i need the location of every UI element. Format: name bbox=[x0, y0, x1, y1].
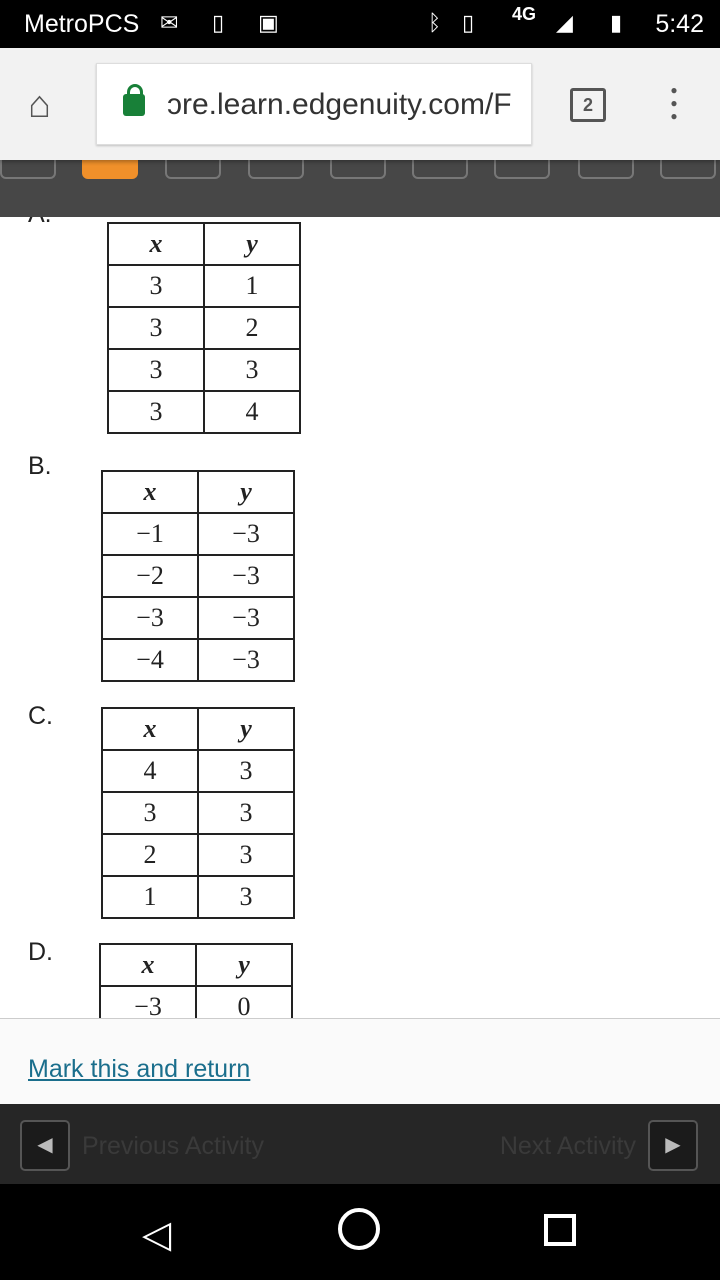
table-cell: 3 bbox=[197, 833, 295, 877]
bluetooth-icon: ᛒ bbox=[428, 10, 442, 35]
table-cell: 3 bbox=[107, 306, 205, 350]
table-cell: 3 bbox=[107, 390, 205, 434]
table-row: 33 bbox=[107, 348, 301, 392]
previous-activity-button[interactable]: ◀ bbox=[20, 1120, 70, 1171]
nav-step-button[interactable] bbox=[494, 160, 550, 179]
option-label[interactable]: B. bbox=[28, 452, 52, 481]
table-cell: 4 bbox=[203, 390, 301, 434]
home-icon[interactable]: ⌂ bbox=[28, 84, 51, 127]
table-row: −3 −3 bbox=[101, 596, 295, 640]
table-header-cell: y bbox=[197, 470, 295, 514]
table-row: 43 bbox=[101, 749, 295, 793]
nav-step-button[interactable] bbox=[248, 160, 304, 179]
table-cell: 3 bbox=[107, 264, 205, 308]
table-cell: 3 bbox=[203, 348, 301, 392]
table-cell: 3 bbox=[101, 791, 199, 835]
table-row: 32 bbox=[107, 306, 301, 350]
table-cell: −3 bbox=[197, 596, 295, 640]
carrier-name: MetroPCS bbox=[24, 10, 140, 38]
table-cell: 1 bbox=[101, 875, 199, 919]
footer: Mark this and return bbox=[0, 1018, 720, 1104]
table-cell: −3 bbox=[197, 554, 295, 598]
table-row: 34 bbox=[107, 390, 301, 434]
table-cell: 2 bbox=[203, 306, 301, 350]
address-bar[interactable]: ɔre.learn.edgenuity.com/F bbox=[96, 63, 532, 145]
table-header-row: xy bbox=[101, 470, 295, 514]
table-row: −2 −3 bbox=[101, 554, 295, 598]
table-cell: 1 bbox=[203, 264, 301, 308]
tab-switcher-button[interactable]: 2 bbox=[570, 88, 606, 122]
table-row: 13 bbox=[101, 875, 295, 919]
table-row: 23 bbox=[101, 833, 295, 877]
vibrate-icon: ▯ bbox=[462, 10, 475, 35]
option-table: xy43332313 bbox=[101, 707, 295, 919]
table-cell: 3 bbox=[197, 875, 295, 919]
previous-activity-label[interactable]: Previous Activity bbox=[82, 1132, 264, 1161]
table-cell: −3 bbox=[197, 512, 295, 556]
table-cell: 4 bbox=[101, 749, 199, 793]
browser-toolbar: ⌂ ɔre.learn.edgenuity.com/F 2 ● ● ● bbox=[0, 48, 720, 160]
option-table: x y −3 0 bbox=[99, 943, 293, 1029]
more-menu-icon[interactable]: ● ● ● bbox=[664, 84, 684, 123]
table-header-cell: y bbox=[197, 707, 295, 751]
left-arrow-icon: ◀ bbox=[37, 1134, 53, 1156]
table-header-row: xy bbox=[107, 222, 301, 266]
mark-and-return-link[interactable]: Mark this and return bbox=[28, 1055, 250, 1084]
table-row: 33 bbox=[101, 791, 295, 835]
nav-step-button[interactable] bbox=[412, 160, 468, 179]
recents-icon[interactable] bbox=[544, 1214, 576, 1246]
system-nav-bar: ◁ bbox=[0, 1184, 720, 1280]
table-cell: −3 bbox=[197, 638, 295, 682]
clock: 5:42 bbox=[655, 10, 704, 38]
activity-nav-bar bbox=[0, 160, 720, 217]
table-row: −1 −3 bbox=[101, 512, 295, 556]
gmail-icon: ✉ bbox=[160, 10, 179, 35]
option-label[interactable]: D. bbox=[28, 938, 53, 967]
nav-step-button[interactable] bbox=[0, 160, 56, 179]
nav-step-button[interactable] bbox=[165, 160, 221, 179]
url-text: ɔre.learn.edgenuity.com/F bbox=[167, 88, 512, 121]
signal-icon: ◢ bbox=[556, 10, 573, 35]
home-circle-icon[interactable] bbox=[338, 1208, 380, 1250]
table-header-cell: x bbox=[107, 222, 205, 266]
phone-sync-icon: ▯ bbox=[212, 10, 225, 35]
table-cell: 3 bbox=[107, 348, 205, 392]
battery-icon: ▮ bbox=[610, 10, 623, 35]
next-activity-button[interactable]: ▶ bbox=[648, 1120, 698, 1171]
table-header-cell: y bbox=[195, 943, 293, 987]
nav-step-button[interactable] bbox=[330, 160, 386, 179]
back-icon[interactable]: ◁ bbox=[142, 1212, 171, 1257]
table-cell: 3 bbox=[197, 749, 295, 793]
lock-icon bbox=[123, 84, 145, 116]
table-header-cell: y bbox=[203, 222, 301, 266]
table-header-cell: x bbox=[99, 943, 197, 987]
right-arrow-icon: ▶ bbox=[665, 1134, 681, 1156]
option-table: x y −1 −3 −2 −3 −3 −3 −4 −3 bbox=[101, 470, 295, 682]
option-table: xy31323334 bbox=[107, 222, 301, 434]
network-type: 4G bbox=[512, 4, 537, 24]
table-cell: −3 bbox=[101, 596, 199, 640]
table-header-row: xy bbox=[101, 707, 295, 751]
table-header-row: xy bbox=[99, 943, 293, 987]
table-header-cell: x bbox=[101, 707, 199, 751]
option-label[interactable]: C. bbox=[28, 702, 53, 731]
table-cell: −2 bbox=[101, 554, 199, 598]
table-row: 31 bbox=[107, 264, 301, 308]
table-header-cell: x bbox=[101, 470, 199, 514]
table-cell: 3 bbox=[197, 791, 295, 835]
activity-bar: ◀ Previous Activity Next Activity ▶ bbox=[0, 1104, 720, 1184]
table-cell: −1 bbox=[101, 512, 199, 556]
nav-step-button[interactable] bbox=[578, 160, 634, 179]
nav-step-button[interactable] bbox=[660, 160, 716, 179]
next-activity-label[interactable]: Next Activity bbox=[500, 1132, 636, 1161]
image-icon: ▣ bbox=[258, 10, 279, 35]
nav-step-button[interactable] bbox=[82, 160, 138, 179]
table-cell: 2 bbox=[101, 833, 199, 877]
table-cell: −4 bbox=[101, 638, 199, 682]
table-row: −4 −3 bbox=[101, 638, 295, 682]
status-bar: MetroPCS ✉ ▯ ▣ ᛒ ▯ 4G ◢ ▮ 5:42 bbox=[0, 0, 720, 48]
